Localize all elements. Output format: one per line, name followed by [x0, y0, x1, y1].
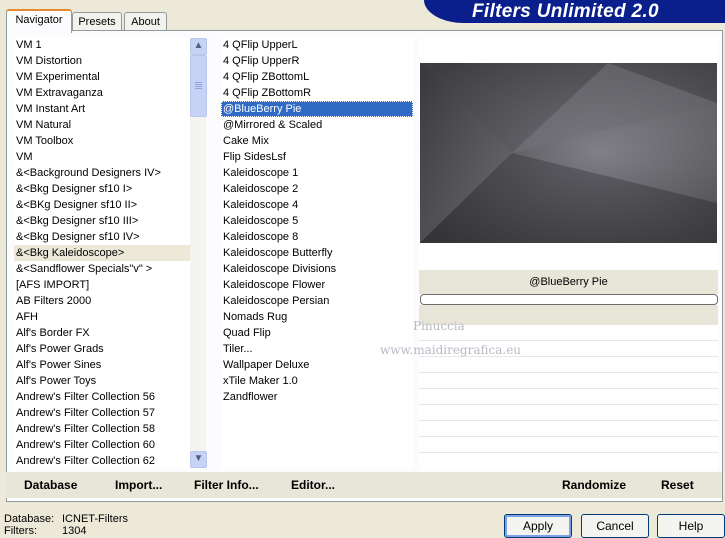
category-item[interactable]: VM Instant Art: [14, 101, 190, 117]
filter-item[interactable]: Kaleidoscope Flower: [221, 277, 413, 293]
category-item[interactable]: Andrew's Filter Collection 62: [14, 453, 190, 469]
category-item[interactable]: VM Experimental: [14, 69, 190, 85]
reset-button[interactable]: Reset: [661, 476, 694, 494]
filter-item[interactable]: Kaleidoscope 5: [221, 213, 413, 229]
filter-item[interactable]: xTile Maker 1.0: [221, 373, 413, 389]
category-item[interactable]: &<Bkg Designer sf10 III>: [14, 213, 190, 229]
scroll-thumb[interactable]: [190, 55, 207, 117]
category-item[interactable]: &<Bkg Designer sf10 IV>: [14, 229, 190, 245]
category-item[interactable]: &<Sandflower Specials"v" >: [14, 261, 190, 277]
param-row-divider: [419, 404, 718, 405]
filter-item[interactable]: Cake Mix: [221, 133, 413, 149]
category-item[interactable]: VM 1: [14, 37, 190, 53]
preview-image: [420, 63, 717, 243]
filters-label: Filters:: [4, 525, 37, 537]
filter-info-button[interactable]: Filter Info...: [194, 476, 259, 494]
category-item[interactable]: AB Filters 2000: [14, 293, 190, 309]
category-item[interactable]: Alf's Power Sines: [14, 357, 190, 373]
param-row-divider: [419, 436, 718, 437]
param-row-divider: [419, 420, 718, 421]
tab-presets[interactable]: Presets: [72, 12, 122, 31]
filter-item[interactable]: Zandflower: [221, 389, 413, 405]
filter-item[interactable]: Flip SidesLsf: [221, 149, 413, 165]
filter-item[interactable]: Quad Flip: [221, 325, 413, 341]
filter-item[interactable]: Kaleidoscope Butterfly: [221, 245, 413, 261]
selected-filter-label: @BlueBerry Pie: [419, 270, 718, 294]
filter-item[interactable]: 4 QFlip ZBottomL: [221, 69, 413, 85]
import-button[interactable]: Import...: [115, 476, 162, 494]
scroll-down-button[interactable]: ▼: [190, 451, 207, 468]
filter-item[interactable]: @Mirrored & Scaled: [221, 117, 413, 133]
filter-item[interactable]: 4 QFlip UpperR: [221, 53, 413, 69]
category-item[interactable]: Alf's Border FX: [14, 325, 190, 341]
filters-count: 1304: [62, 525, 87, 537]
filter-list[interactable]: 4 QFlip UpperL 4 QFlip UpperR 4 QFlip ZBot…: [221, 37, 413, 469]
category-item[interactable]: VM Extravaganza: [14, 85, 190, 101]
param-row-divider: [419, 388, 718, 389]
category-item[interactable]: Andrew's Filter Collection 58: [14, 421, 190, 437]
param-row-divider: [419, 452, 718, 453]
filter-item[interactable]: Kaleidoscope 4: [221, 197, 413, 213]
filter-item[interactable]: Kaleidoscope 1: [221, 165, 413, 181]
category-item[interactable]: &<BKg Designer sf10 II>: [14, 197, 190, 213]
help-button[interactable]: Help: [657, 514, 725, 538]
cancel-button[interactable]: Cancel: [581, 514, 649, 538]
param-row-divider: [419, 340, 718, 341]
randomize-button[interactable]: Randomize: [562, 476, 626, 494]
category-item[interactable]: VM Natural: [14, 117, 190, 133]
filter-item[interactable]: 4 QFlip ZBottomR: [221, 85, 413, 101]
progress-bar: [420, 294, 718, 305]
apply-button[interactable]: Apply: [504, 514, 572, 538]
app-title: Filters Unlimited 2.0: [472, 1, 659, 22]
filter-item[interactable]: @BlueBerry Pie: [221, 101, 413, 117]
category-item[interactable]: Alf's Power Toys: [14, 373, 190, 389]
category-item[interactable]: [AFS IMPORT]: [14, 277, 190, 293]
category-list[interactable]: VM 1 VM Distortion VM Experimental VM Extra…: [14, 37, 190, 469]
watermark-name: Pinuccia: [413, 319, 465, 333]
category-item[interactable]: VM Toolbox: [14, 133, 190, 149]
database-button[interactable]: Database: [24, 476, 77, 494]
filter-item[interactable]: 4 QFlip UpperL: [221, 37, 413, 53]
category-item[interactable]: &<Bkg Kaleidoscope>: [14, 245, 190, 261]
filter-item[interactable]: Kaleidoscope 8: [221, 229, 413, 245]
category-item[interactable]: VM: [14, 149, 190, 165]
editor-button[interactable]: Editor...: [291, 476, 335, 494]
category-item[interactable]: Andrew's Filter Collection 60: [14, 437, 190, 453]
category-item[interactable]: VM Distortion: [14, 53, 190, 69]
filter-item[interactable]: Kaleidoscope Persian: [221, 293, 413, 309]
category-item[interactable]: AFH: [14, 309, 190, 325]
filter-item[interactable]: Wallpaper Deluxe: [221, 357, 413, 373]
category-item[interactable]: Alf's Power Grads: [14, 341, 190, 357]
database-label: Database:: [4, 513, 55, 525]
category-item[interactable]: Andrew's Filter Collection 56: [14, 389, 190, 405]
category-item[interactable]: &<Background Designers IV>: [14, 165, 190, 181]
category-scrollbar[interactable]: ▲ ▼: [190, 38, 207, 468]
scroll-up-button[interactable]: ▲: [190, 38, 207, 55]
filter-item[interactable]: Kaleidoscope 2: [221, 181, 413, 197]
filter-item[interactable]: Kaleidoscope Divisions: [221, 261, 413, 277]
tab-navigator[interactable]: Navigator: [6, 9, 72, 33]
filter-item[interactable]: Nomads Rug: [221, 309, 413, 325]
database-value: ICNET-Filters: [62, 513, 128, 525]
tab-about[interactable]: About: [124, 12, 167, 31]
watermark-url: www.maidiregrafica.eu: [380, 343, 522, 357]
category-item[interactable]: Andrew's Filter Collection 57: [14, 405, 190, 421]
category-item[interactable]: &<Bkg Designer sf10 I>: [14, 181, 190, 197]
param-row-divider: [419, 372, 718, 373]
